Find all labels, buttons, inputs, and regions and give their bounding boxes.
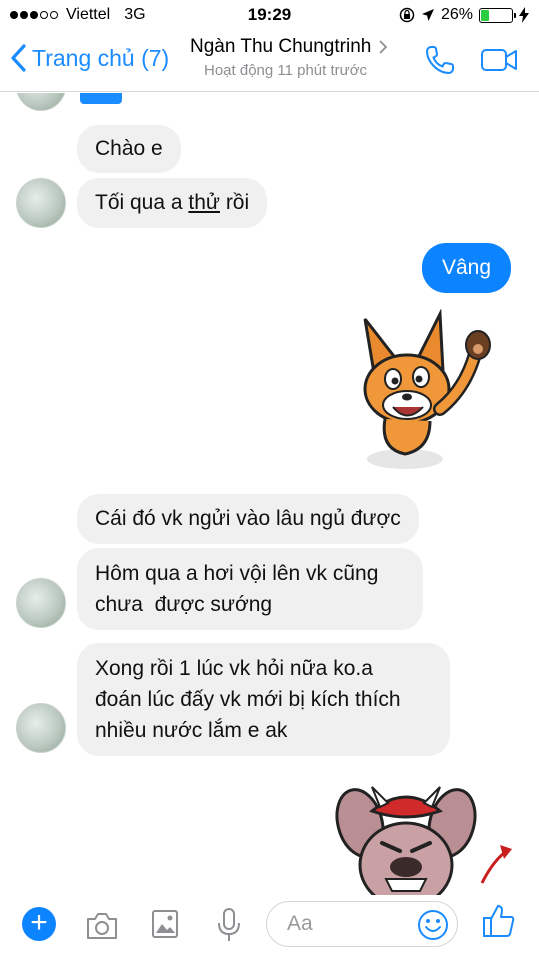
- message-bubble[interactable]: Tối qua a thử rồi: [77, 178, 268, 228]
- message-bubble[interactable]: Xong rồi 1 lúc vk hỏi nữa ko.a đoán lúc …: [77, 643, 450, 756]
- status-bar: Viettel 3G 19:29 26%: [0, 0, 539, 30]
- mouse-nose: [390, 857, 422, 877]
- contact-avatar[interactable]: [16, 93, 66, 111]
- message-bubble[interactable]: Chào e: [77, 125, 181, 173]
- status-right: 26%: [399, 6, 529, 24]
- phone-icon: [425, 46, 454, 75]
- message-text: Cái đó vk ngửi vào lâu ngủ được: [95, 507, 401, 530]
- message-text-link[interactable]: thử: [188, 191, 220, 215]
- battery-icon: [479, 7, 516, 23]
- message-text: Chào e: [95, 137, 163, 160]
- back-button[interactable]: Trang chủ (7): [10, 44, 169, 72]
- devil-mouse-sticker[interactable]: [332, 783, 522, 895]
- message-thread[interactable]: Chào e Tối qua a thử rồi Vâng Cái đó vk …: [0, 93, 539, 895]
- contact-info[interactable]: Ngàn Thu Chungtrinh Hoạt động 11 phút tr…: [190, 36, 410, 79]
- outgoing-message-bubble[interactable]: Vâng: [422, 243, 511, 293]
- contact-name: Ngàn Thu Chungtrinh: [190, 36, 372, 57]
- gallery-icon[interactable]: [151, 909, 179, 939]
- message-text: Vâng: [441, 256, 492, 279]
- plus-icon[interactable]: +: [22, 907, 56, 941]
- thumbs-up-icon[interactable]: [482, 903, 516, 939]
- message-text-suffix: rồi: [219, 191, 250, 214]
- contact-avatar[interactable]: [16, 578, 66, 628]
- message-bubble[interactable]: Hôm qua a hơi vội lên vk cũng chưa được …: [77, 548, 423, 630]
- microphone-icon[interactable]: [216, 907, 242, 943]
- battery-fill: [481, 9, 489, 21]
- presence-status: Hoạt động 11 phút trước: [204, 62, 368, 79]
- emoji-icon[interactable]: [417, 909, 449, 941]
- battery-percent: 26%: [440, 6, 473, 23]
- message-composer: +: [0, 895, 539, 960]
- video-call-button[interactable]: [480, 47, 518, 78]
- message-input-container[interactable]: [266, 901, 458, 947]
- message-text-line: Xong rồi 1 lúc vk hỏi nữa ko.a: [95, 657, 373, 680]
- image-attachment-partial[interactable]: [80, 93, 122, 104]
- message-input[interactable]: [287, 912, 407, 936]
- video-camera-icon: [481, 49, 517, 71]
- message-text-prefix: Tối qua a: [95, 191, 189, 214]
- camera-icon[interactable]: [84, 911, 120, 941]
- conversation-header: Trang chủ (7) Ngàn Thu Chungtrinh Hoạt đ…: [0, 30, 539, 92]
- message-text-line: đoán lúc đấy vk mới bị kích thích: [95, 688, 401, 711]
- location-arrow-icon: [421, 9, 434, 21]
- mouse-teeth: [384, 878, 428, 892]
- back-chevron-icon: [11, 44, 26, 72]
- contact-avatar[interactable]: [16, 703, 66, 753]
- message-text-line: Hôm qua a hơi vội lên vk cũng: [95, 562, 379, 585]
- fox-body: [382, 418, 432, 456]
- chevron-right-icon: [379, 40, 388, 54]
- contact-avatar[interactable]: [16, 178, 66, 228]
- fox-waving-sticker[interactable]: [345, 309, 510, 474]
- voice-call-button[interactable]: [424, 44, 456, 81]
- message-text-line: nhiều nước lắm e ak: [95, 719, 288, 742]
- charging-bolt-icon: [519, 7, 529, 23]
- back-label: Trang chủ (7): [32, 44, 170, 71]
- message-text-line: chưa được sướng: [95, 593, 273, 616]
- rotation-lock-icon: [399, 7, 415, 23]
- devil-tail: [480, 851, 505, 884]
- message-bubble[interactable]: Cái đó vk ngửi vào lâu ngủ được: [77, 494, 419, 544]
